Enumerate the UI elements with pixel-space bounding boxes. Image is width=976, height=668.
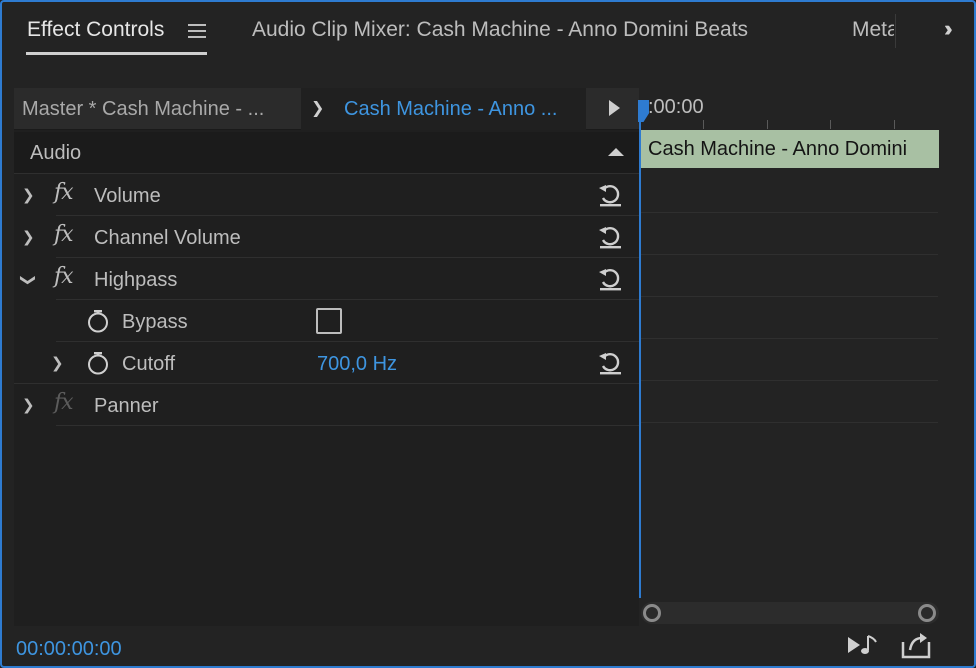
tab-audio-clip-mixer[interactable]: Audio Clip Mixer: Cash Machine - Anno Do… [252, 18, 748, 42]
effect-row-highpass[interactable]: ❯ fx Highpass [14, 258, 639, 300]
reset-icon[interactable] [597, 265, 623, 291]
tab-metadata[interactable]: Meta [852, 18, 894, 42]
effect-controls-panel: Effect Controls Audio Clip Mixer: Cash M… [0, 0, 976, 668]
ruler-start-time: :00:00 [648, 96, 704, 118]
effect-row-panner[interactable]: ❯ fx Panner [14, 384, 639, 426]
chevron-right-icon[interactable]: ❯ [22, 186, 35, 204]
chevron-down-icon[interactable]: ❯ [19, 274, 37, 287]
panel-tab-bar: Effect Controls Audio Clip Mixer: Cash M… [2, 2, 974, 64]
param-label: Cutoff [122, 353, 175, 375]
reset-icon[interactable] [597, 349, 623, 375]
stopwatch-icon[interactable] [86, 309, 110, 333]
collapse-section-icon[interactable] [608, 148, 624, 156]
panel-menu-icon[interactable] [188, 24, 206, 38]
param-label: Bypass [122, 311, 188, 333]
tab-overflow-icon[interactable]: ›› [944, 16, 952, 42]
param-row-bypass: Bypass [14, 300, 639, 342]
effect-name: Channel Volume [94, 227, 241, 249]
chevron-right-icon[interactable]: ❯ [22, 396, 35, 414]
tab-effect-controls[interactable]: Effect Controls [27, 18, 164, 42]
timeline-zoom-scrollbar[interactable] [641, 602, 939, 624]
effect-row-volume[interactable]: ❯ fx Volume [14, 174, 639, 216]
active-tab-underline [26, 52, 207, 55]
reset-icon[interactable] [597, 223, 623, 249]
current-timecode[interactable]: 00:00:00:00 [16, 638, 122, 661]
play-icon[interactable] [609, 100, 620, 116]
master-clip-label[interactable]: Master * Cash Machine - ... [22, 98, 264, 121]
mini-timeline: :00:00 Cash Machine - Anno Domini [638, 88, 940, 626]
reset-icon[interactable] [597, 181, 623, 207]
clip-header: Master * Cash Machine - ... ❯ Cash Machi… [14, 88, 639, 130]
fx-toggle-icon[interactable]: fx [54, 264, 74, 289]
fx-toggle-icon[interactable]: fx [54, 222, 74, 247]
audio-section-header: Audio [14, 132, 639, 174]
chevron-down-icon[interactable]: ❯ [311, 98, 324, 118]
playhead-line[interactable] [639, 118, 641, 598]
time-ruler[interactable]: :00:00 [640, 88, 940, 130]
section-label: Audio [30, 142, 82, 164]
play-audio-icon[interactable] [846, 630, 880, 660]
param-row-cutoff: ❯ Cutoff 700,0 Hz [14, 342, 639, 384]
effect-row-channel-volume[interactable]: ❯ fx Channel Volume [14, 216, 639, 258]
export-icon[interactable] [900, 630, 934, 660]
chevron-right-icon[interactable]: ❯ [51, 354, 64, 372]
stopwatch-icon[interactable] [86, 351, 110, 375]
effect-name: Highpass [94, 269, 178, 291]
effect-name: Panner [94, 395, 159, 417]
scroll-handle-left[interactable] [643, 604, 661, 622]
fx-toggle-icon[interactable]: fx [54, 390, 74, 415]
tab-divider [895, 14, 896, 48]
timeline-clip[interactable]: Cash Machine - Anno Domini [641, 130, 939, 168]
effect-list: Master * Cash Machine - ... ❯ Cash Machi… [14, 88, 639, 626]
selected-clip-name[interactable]: Cash Machine - Anno ... [344, 98, 557, 121]
chevron-right-icon[interactable]: ❯ [22, 228, 35, 246]
bypass-checkbox[interactable] [316, 308, 342, 334]
effect-name: Volume [94, 185, 161, 207]
cutoff-value[interactable]: 700,0 Hz [317, 353, 397, 376]
fx-toggle-icon[interactable]: fx [54, 180, 74, 205]
scroll-handle-right[interactable] [918, 604, 936, 622]
